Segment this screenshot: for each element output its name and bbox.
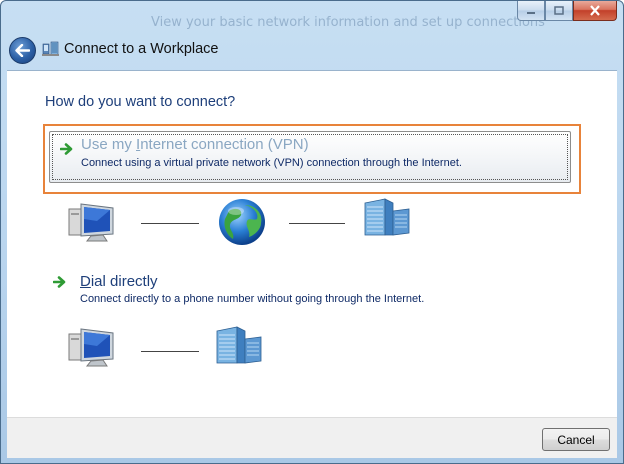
background-window-text: View your basic network information and … bbox=[151, 15, 545, 30]
vpn-option[interactable]: Use my Internet connection (VPN) Connect… bbox=[43, 124, 581, 194]
minimize-icon bbox=[527, 11, 535, 14]
wizard-window: View your basic network information and … bbox=[0, 0, 624, 464]
computer-monitor-icon bbox=[68, 328, 114, 367]
connection-line bbox=[141, 223, 199, 224]
vpn-option-title: Use my Internet connection (VPN) bbox=[81, 136, 309, 153]
green-arrow-icon bbox=[60, 143, 73, 155]
title-bar[interactable]: View your basic network information and … bbox=[1, 1, 623, 31]
connection-line bbox=[289, 223, 345, 224]
close-button[interactable] bbox=[573, 1, 617, 21]
cancel-button[interactable]: Cancel bbox=[542, 428, 610, 451]
workplace-network-icon bbox=[42, 41, 59, 56]
maximize-icon bbox=[554, 6, 564, 15]
office-building-icon bbox=[216, 326, 262, 364]
back-button[interactable] bbox=[9, 37, 36, 64]
caption-buttons bbox=[517, 1, 617, 21]
maximize-button[interactable] bbox=[545, 1, 573, 21]
connection-line bbox=[141, 351, 199, 352]
vpn-option-button[interactable]: Use my Internet connection (VPN) Connect… bbox=[49, 131, 571, 183]
dial-option-title: Dial directly bbox=[80, 273, 158, 290]
wizard-title: Connect to a Workplace bbox=[64, 41, 219, 57]
close-icon bbox=[590, 5, 600, 16]
page-heading: How do you want to connect? bbox=[45, 94, 236, 110]
dial-option[interactable]: Dial directly Connect directly to a phon… bbox=[43, 268, 581, 314]
dial-option-description: Connect directly to a phone number witho… bbox=[80, 293, 425, 305]
minimize-button[interactable] bbox=[517, 1, 545, 21]
content-pane: How do you want to connect? Use my Inter… bbox=[7, 70, 617, 417]
office-building-icon bbox=[364, 198, 410, 236]
navigation-row: Connect to a Workplace bbox=[1, 31, 623, 69]
internet-globe-icon bbox=[219, 199, 265, 245]
green-arrow-icon bbox=[53, 276, 66, 288]
back-arrow-icon bbox=[15, 44, 30, 57]
computer-monitor-icon bbox=[68, 203, 114, 242]
vpn-option-description: Connect using a virtual private network … bbox=[81, 157, 462, 169]
footer-bar: Cancel bbox=[7, 417, 617, 458]
